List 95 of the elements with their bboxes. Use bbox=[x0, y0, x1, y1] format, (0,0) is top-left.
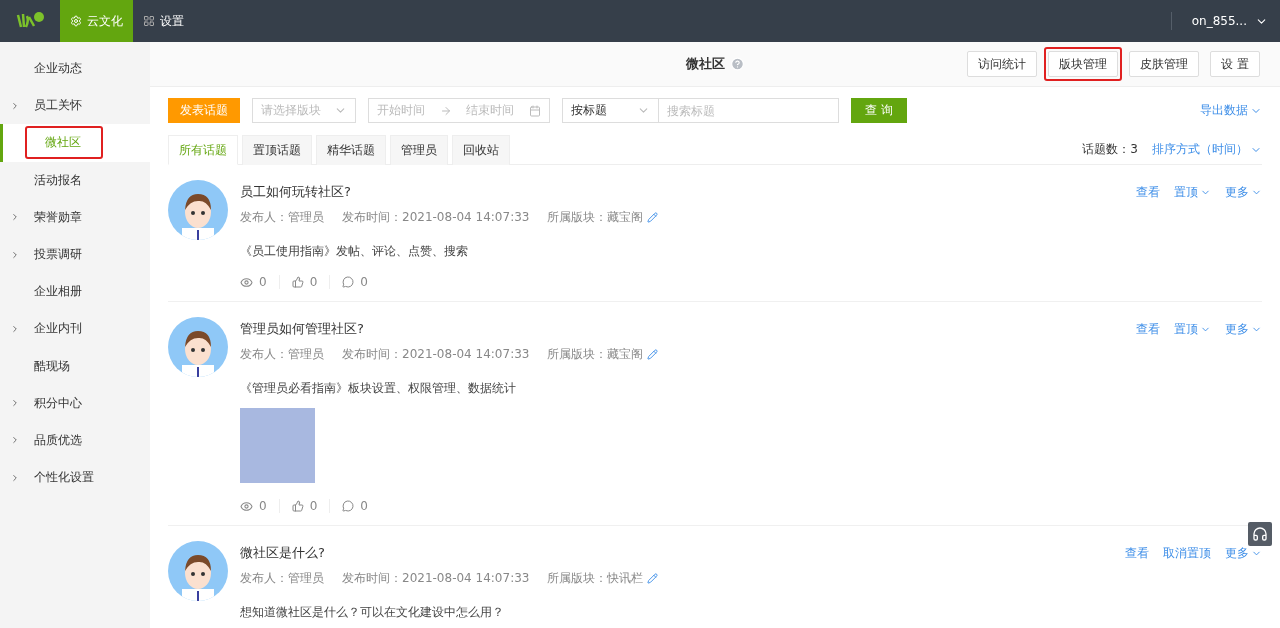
eye-icon bbox=[240, 275, 253, 289]
post-action-link[interactable]: 查看 bbox=[1136, 320, 1160, 338]
sidebar-item[interactable]: 企业相册 bbox=[0, 273, 150, 311]
chevron-right-icon bbox=[10, 323, 20, 334]
post-section: 所属版块：快讯栏 bbox=[547, 570, 644, 587]
arrow-right-icon bbox=[439, 104, 452, 117]
like-count: 0 bbox=[309, 499, 318, 513]
edit-icon bbox=[647, 349, 659, 360]
chevron-right-icon bbox=[10, 435, 20, 446]
like-count: 0 bbox=[309, 275, 318, 289]
post-time: 发布时间：2021-08-04 14:07:33 bbox=[342, 209, 530, 226]
chevron-right-icon bbox=[10, 100, 20, 111]
sidebar-label: 投票调研 bbox=[33, 246, 83, 264]
sidebar-item[interactable]: 企业动态 bbox=[0, 50, 150, 88]
sidebar-label: 荣誉勋章 bbox=[33, 208, 83, 226]
sidebar-label: 个性化设置 bbox=[33, 469, 95, 487]
post-author: 发布人：管理员 bbox=[240, 570, 324, 587]
avatar-icon bbox=[168, 317, 228, 377]
eye-icon bbox=[240, 499, 253, 513]
thumbs-up-icon bbox=[291, 500, 304, 512]
top-nav-tab[interactable]: 设置 bbox=[133, 0, 194, 42]
sidebar-item[interactable]: 企业内刊 bbox=[0, 310, 150, 348]
page-title: 微社区 bbox=[685, 55, 725, 73]
comment-count: 0 bbox=[360, 275, 368, 289]
post-section: 所属版块：藏宝阁 bbox=[547, 346, 644, 363]
sidebar-label: 品质优选 bbox=[33, 431, 83, 449]
sidebar-label: 活动报名 bbox=[33, 171, 83, 189]
export-link[interactable]: 导出数据 bbox=[1200, 102, 1262, 119]
post-action-link[interactable]: 取消置顶 bbox=[1163, 544, 1211, 562]
view-count: 0 bbox=[259, 275, 267, 289]
post-title[interactable]: 员工如何玩转社区? bbox=[240, 183, 351, 201]
post-body: 《员工使用指南》发帖、评论、点赞、搜索 bbox=[240, 244, 469, 259]
edit-icon bbox=[647, 573, 659, 584]
post-action-link[interactable]: 置顶 bbox=[1174, 320, 1211, 338]
post-time: 发布时间：2021-08-04 14:07:33 bbox=[342, 346, 530, 363]
edit-icon bbox=[647, 212, 659, 223]
tab[interactable]: 管理员 bbox=[390, 135, 448, 165]
post-time: 发布时间：2021-08-04 14:07:33 bbox=[342, 570, 530, 587]
post-action-link[interactable]: 查看 bbox=[1125, 544, 1149, 562]
sidebar-item[interactable]: 个性化设置 bbox=[0, 459, 150, 497]
sidebar-label: 企业内刊 bbox=[33, 320, 83, 338]
header-button[interactable]: 访问统计 bbox=[967, 51, 1038, 77]
post-action-link[interactable]: 更多 bbox=[1225, 320, 1262, 338]
support-button[interactable] bbox=[1248, 522, 1272, 546]
header-button[interactable]: 版块管理 bbox=[1048, 51, 1119, 77]
comment-count: 0 bbox=[360, 499, 368, 513]
post-action-link[interactable]: 置顶 bbox=[1174, 183, 1211, 201]
post-action-link[interactable]: 更多 bbox=[1225, 544, 1262, 562]
sidebar-item[interactable]: 员工关怀 bbox=[0, 87, 150, 125]
post-action-link[interactable]: 查看 bbox=[1136, 183, 1160, 201]
headset-icon bbox=[1252, 526, 1268, 542]
sidebar-label: 企业相册 bbox=[33, 283, 83, 301]
sort-link[interactable]: 排序方式（时间） bbox=[1152, 141, 1262, 158]
sidebar-label: 酷现场 bbox=[33, 357, 71, 375]
search-type-select[interactable]: 按标题 bbox=[562, 98, 659, 123]
tab[interactable]: 回收站 bbox=[452, 135, 510, 165]
post-section: 所属版块：藏宝阁 bbox=[547, 209, 644, 226]
sidebar-label: 企业动态 bbox=[33, 60, 83, 78]
sidebar-label: 员工关怀 bbox=[33, 97, 83, 115]
header-button[interactable]: 皮肤管理 bbox=[1129, 51, 1200, 77]
topic-count: 话题数：3 bbox=[1082, 141, 1138, 158]
comment-icon bbox=[342, 276, 355, 288]
chevron-right-icon bbox=[10, 212, 20, 223]
help-icon bbox=[730, 57, 745, 71]
sidebar-item[interactable]: 积分中心 bbox=[0, 384, 150, 422]
sidebar-item[interactable]: 活动报名 bbox=[0, 161, 150, 199]
avatar-icon bbox=[168, 541, 228, 601]
user-menu[interactable]: on_855... bbox=[1170, 12, 1280, 30]
thumbs-up-icon bbox=[291, 276, 304, 288]
tab[interactable]: 置顶话题 bbox=[242, 135, 312, 165]
post-action-link[interactable]: 更多 bbox=[1225, 183, 1262, 201]
post-body: 想知道微社区是什么？可以在文化建设中怎么用？ bbox=[240, 605, 505, 620]
tab[interactable]: 精华话题 bbox=[316, 135, 386, 165]
avatar-icon bbox=[168, 180, 228, 240]
header-button[interactable]: 设 置 bbox=[1210, 51, 1260, 77]
post-body: 《管理员必看指南》板块设置、权限管理、数据统计 bbox=[240, 381, 517, 396]
chevron-right-icon bbox=[10, 398, 20, 409]
search-field[interactable]: 搜索标题 bbox=[659, 98, 839, 123]
post-author: 发布人：管理员 bbox=[240, 346, 324, 363]
sidebar-item[interactable]: 荣誉勋章 bbox=[0, 198, 150, 236]
comment-icon bbox=[342, 500, 355, 512]
chevron-right-icon bbox=[10, 472, 20, 483]
calendar-icon bbox=[528, 104, 541, 117]
sidebar-item[interactable]: 酷现场 bbox=[0, 347, 150, 385]
highlight-frame: 微社区 bbox=[25, 126, 103, 160]
post-author: 发布人：管理员 bbox=[240, 209, 324, 226]
sidebar-item[interactable]: 品质优选 bbox=[0, 421, 150, 460]
gear-icon bbox=[70, 15, 82, 27]
post-title[interactable]: 微社区是什么? bbox=[240, 544, 325, 562]
view-count: 0 bbox=[259, 499, 267, 513]
post-title[interactable]: 管理员如何管理社区? bbox=[240, 320, 364, 338]
sidebar-label: 积分中心 bbox=[33, 394, 83, 412]
grid-icon bbox=[143, 15, 155, 27]
sidebar-item[interactable]: 投票调研 bbox=[0, 235, 150, 274]
chevron-right-icon bbox=[10, 249, 20, 260]
